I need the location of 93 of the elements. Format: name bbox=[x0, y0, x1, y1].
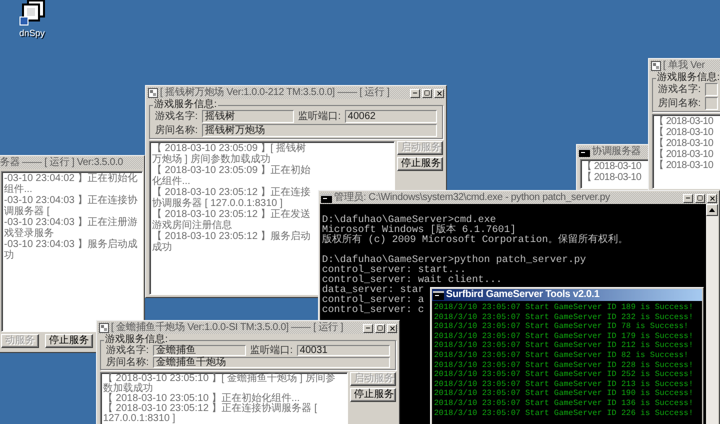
text-field[interactable]: 摇钱树万炮场 bbox=[202, 124, 437, 137]
minimize-icon bbox=[685, 195, 691, 201]
text-field[interactable]: 金蟾捕鱼千炮场 bbox=[152, 357, 390, 368]
field-label: 游戏名字: bbox=[155, 112, 198, 122]
minimize-icon bbox=[412, 90, 418, 96]
service-button[interactable]: 停止服务 bbox=[45, 334, 93, 348]
app-icon[interactable] bbox=[18, 0, 46, 26]
close-icon bbox=[708, 194, 716, 202]
window-title: [ 摇钱树万炮场 Ver:1.0.0-212 TM:3.5.0.0] —— [ 运行 ] bbox=[160, 87, 390, 98]
console-line: 2018/3/10 23:05:07 Start GameServer ID 78 is Success! bbox=[434, 322, 688, 332]
up-arrow-icon bbox=[709, 208, 715, 212]
log-line: 【 2018-03-10 bbox=[654, 138, 714, 149]
maximize-icon bbox=[377, 325, 383, 331]
console-line: control_server: c bbox=[322, 306, 424, 316]
field-label: 游戏名字: bbox=[106, 346, 149, 356]
window-title: 管理员: C:\Windows\system32\cmd.exe - python patch_server.py bbox=[334, 192, 610, 204]
minimize-icon bbox=[365, 325, 371, 331]
log-line: -03-10 23:04:03 】服务启动成功 bbox=[4, 239, 138, 261]
text-field[interactable]: 金蟾捕鱼 bbox=[152, 345, 246, 356]
console-line: control_server: wait client... bbox=[322, 276, 502, 286]
console-line: 2018/3/10 23:05:07 Start GameServer ID 82 is Success! bbox=[434, 350, 688, 361]
log-line: 【 2018-03-10 23:05:12 】服务启动成功 bbox=[152, 231, 312, 253]
console-line: 2018/3/10 23:05:07 Start GameServer ID 252 is Success! bbox=[434, 370, 694, 380]
scrollbar[interactable] bbox=[706, 204, 718, 424]
log-line: 【 2018-03-10 bbox=[654, 160, 714, 171]
service-button[interactable]: 停止服务 bbox=[397, 157, 443, 171]
window-title: 协调服务器 bbox=[592, 146, 642, 158]
log-line: 【 2018-03-10 23:05:09 】[ 摇钱树万炮场 ] 房间参数加载成功 bbox=[152, 143, 307, 165]
minimize-button[interactable] bbox=[363, 324, 373, 332]
maximize-button[interactable] bbox=[375, 324, 385, 332]
maximize-icon bbox=[697, 195, 703, 201]
log-line: 【 2018-03-10 bbox=[582, 172, 642, 183]
app-icon bbox=[651, 61, 661, 71]
field-label: 游戏名字: bbox=[658, 84, 701, 94]
app-icon bbox=[148, 88, 158, 98]
text-field[interactable] bbox=[704, 97, 718, 110]
app-icon bbox=[99, 323, 109, 333]
log-line: 【 2018-03-10 bbox=[582, 161, 642, 172]
field-label: 房间名称: bbox=[155, 126, 198, 136]
window-title: Surfbird GameServer Tools v2.0.1 bbox=[446, 289, 600, 301]
close-button[interactable] bbox=[434, 88, 444, 98]
log-line: 【 2018-03-10 bbox=[654, 127, 714, 138]
icon-label: dnSpy bbox=[19, 28, 45, 38]
close-icon bbox=[436, 90, 442, 96]
group-label: 游戏服务信息: bbox=[153, 100, 218, 110]
log-line: 【 2018-03-10 23:05:12 】正在发送游戏房间注册信息 bbox=[152, 209, 312, 231]
minimize-button[interactable] bbox=[410, 88, 420, 98]
close-button[interactable] bbox=[707, 194, 717, 202]
close-button[interactable] bbox=[387, 324, 397, 332]
log-line: 【 2018-03-10 23:05:09 】正在初始化组件... bbox=[152, 165, 312, 187]
scroll-up-button[interactable] bbox=[706, 204, 718, 216]
log-line: -03-10 23:04:03 】正在连接协调服务器 [ bbox=[4, 195, 138, 217]
console-line: 2018/3/10 23:05:07 Start GameServer ID 189 is Success! bbox=[434, 303, 694, 313]
console-line: 2018/3/10 23:05:07 Start GameServer ID 232 is Success! bbox=[434, 312, 694, 322]
console-line: control_server: start... bbox=[322, 266, 466, 276]
service-button[interactable]: 停止服务 bbox=[350, 388, 396, 402]
console-line: 2018/3/10 23:05:07 Start GameServer ID 212 is Success! bbox=[434, 341, 694, 351]
text-field[interactable] bbox=[704, 83, 718, 96]
text-field[interactable]: 40031 bbox=[296, 345, 390, 356]
window-title: [ 单我 Ver bbox=[663, 60, 705, 72]
maximize-icon bbox=[424, 90, 430, 96]
maximize-button[interactable] bbox=[695, 194, 705, 202]
group-label: 游戏服务信息: bbox=[656, 73, 720, 83]
text-field[interactable]: 摇钱树 bbox=[202, 110, 294, 123]
field-label: 监听端口: bbox=[298, 112, 341, 122]
console-line: D:\dafuhao\GameServer>python patch_server.py bbox=[322, 256, 586, 266]
window-title: 务器 —— [ 运行 ] Ver:3.5.0.0 bbox=[0, 157, 124, 169]
field-label: 房间名称: bbox=[658, 98, 701, 108]
field-label: 监听端口: bbox=[250, 346, 293, 356]
close-icon bbox=[388, 324, 396, 332]
log-line: 【 2018-03-10 bbox=[654, 149, 714, 160]
console-line: 版权所有 (c) 2009 Microsoft Corporation。保留所有权利。 bbox=[322, 236, 628, 246]
log-line: 【 2018-03-10 bbox=[654, 116, 714, 127]
console-line: data_server: star bbox=[322, 286, 424, 296]
console-line: control_server: a bbox=[322, 296, 424, 306]
log-line: 【 2018-03-10 23:05:10 】正在初始化组件... bbox=[103, 394, 300, 404]
log-line: 【 2018-03-10 23:05:12 】正在连接协调服务器 [ 127.0.0.1:8310 ] bbox=[152, 187, 312, 209]
window-title: [ 金蟾捕鱼千炮场 Ver:1.0.0-SI TM:3.5.0.0] —— [ 运行 ] bbox=[111, 322, 344, 334]
log-line: -03-10 23:04:03 】正在注册游戏登录服务 bbox=[4, 217, 138, 239]
console-line: 2018/3/10 23:05:07 Start GameServer ID 226 is Success! bbox=[434, 408, 694, 418]
console-line: 2018/3/10 23:05:07 Start GameServer ID 179 is Success! bbox=[434, 332, 694, 341]
console-line: 2018/3/10 23:05:07 Start GameServer ID 136 is Success! bbox=[434, 398, 694, 409]
log-line: 【 2018-03-10 23:05:12 】正在连接协调服务器 [ 127.0.0.1:8310 ] bbox=[103, 404, 318, 424]
console-line: 2018/3/10 23:05:07 Start GameServer ID 190 is Success! bbox=[434, 389, 694, 399]
field-label: 房间名称: bbox=[106, 358, 149, 368]
console-line: 2018/3/10 23:05:07 Start GameServer ID 213 is Success! bbox=[434, 380, 694, 389]
maximize-button[interactable] bbox=[422, 88, 432, 98]
minimize-button[interactable] bbox=[683, 194, 693, 202]
log-line: -03-10 23:04:02 】正在初始化组件... bbox=[4, 173, 138, 195]
console-line: 2018/3/10 23:05:07 Start GameServer ID 228 is Success! bbox=[434, 360, 694, 370]
console-icon bbox=[579, 148, 590, 156]
group-label: 游戏服务信息: bbox=[104, 335, 168, 345]
text-field[interactable]: 40062 bbox=[344, 110, 437, 123]
